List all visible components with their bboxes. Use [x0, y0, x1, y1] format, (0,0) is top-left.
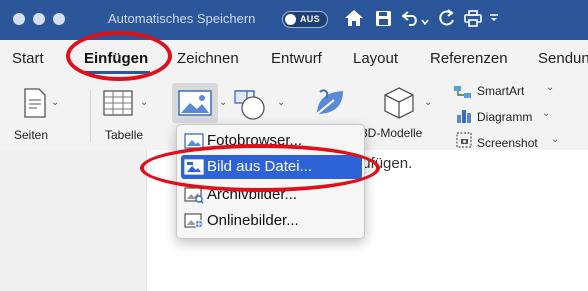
icons-icon[interactable] — [312, 86, 348, 127]
chevron-down-icon[interactable] — [420, 10, 430, 34]
undo-icon[interactable] — [400, 6, 422, 30]
chevron-down-icon[interactable]: ⌄ — [277, 97, 285, 108]
annotation-circle-picture-from-file — [140, 144, 380, 192]
toggle-state-label: AUS — [300, 14, 320, 24]
online-pictures-icon — [184, 212, 204, 230]
pages-label[interactable]: Seiten — [14, 128, 48, 142]
smartart-label[interactable]: SmartArt — [477, 84, 524, 98]
picture-icon[interactable] — [178, 90, 212, 121]
table-label[interactable]: Tabelle — [105, 128, 143, 142]
zoom-window-button[interactable] — [53, 13, 65, 25]
table-icon[interactable] — [103, 90, 133, 121]
tab-layout[interactable]: Layout — [353, 50, 398, 67]
tab-zeichnen[interactable]: Zeichnen — [177, 50, 239, 67]
3d-models-label[interactable]: 3D-Modelle — [361, 126, 422, 140]
tab-referenzen[interactable]: Referenzen — [430, 50, 508, 67]
autosave-label: Automatisches Speichern — [108, 11, 256, 26]
chart-icon[interactable] — [456, 108, 472, 129]
chart-label[interactable]: Diagramm — [477, 110, 532, 124]
pages-icon[interactable] — [24, 88, 46, 123]
chevron-down-icon[interactable]: ⌄ — [424, 97, 432, 108]
tab-sendungen[interactable]: Sendun — [538, 50, 588, 67]
document-background — [0, 150, 146, 291]
screenshot-label[interactable]: Screenshot — [477, 136, 538, 150]
save-icon[interactable] — [372, 6, 394, 30]
menu-item-label: Onlinebilder... — [207, 212, 299, 229]
print-icon[interactable] — [462, 6, 484, 30]
redo-icon[interactable] — [436, 6, 458, 30]
chevron-down-icon[interactable]: ⌄ — [546, 82, 554, 93]
3d-model-icon[interactable] — [383, 86, 415, 125]
chevron-down-icon[interactable]: ⌄ — [551, 134, 559, 145]
tab-entwurf[interactable]: Entwurf — [271, 50, 322, 67]
chevron-down-icon[interactable]: ⌄ — [219, 97, 227, 108]
tab-start[interactable]: Start — [12, 50, 44, 67]
ribbon-separator — [90, 90, 91, 142]
shapes-icon[interactable] — [232, 88, 268, 127]
minimize-window-button[interactable] — [33, 13, 45, 25]
autosave-toggle[interactable]: AUS — [282, 11, 328, 28]
customize-toolbar-icon[interactable] — [486, 6, 502, 30]
smartart-icon[interactable] — [453, 84, 473, 105]
close-window-button[interactable] — [13, 13, 25, 25]
toggle-knob — [285, 14, 296, 25]
chevron-down-icon[interactable]: ⌄ — [140, 97, 148, 108]
title-bar: Automatisches Speichern AUS — [0, 0, 588, 40]
chevron-down-icon[interactable]: ⌄ — [51, 97, 59, 108]
chevron-down-icon[interactable]: ⌄ — [542, 108, 550, 119]
menu-item-online-pictures[interactable]: Onlinebilder... — [181, 209, 362, 233]
annotation-circle-einfuegen-tab — [66, 31, 172, 81]
home-icon[interactable] — [342, 6, 366, 30]
